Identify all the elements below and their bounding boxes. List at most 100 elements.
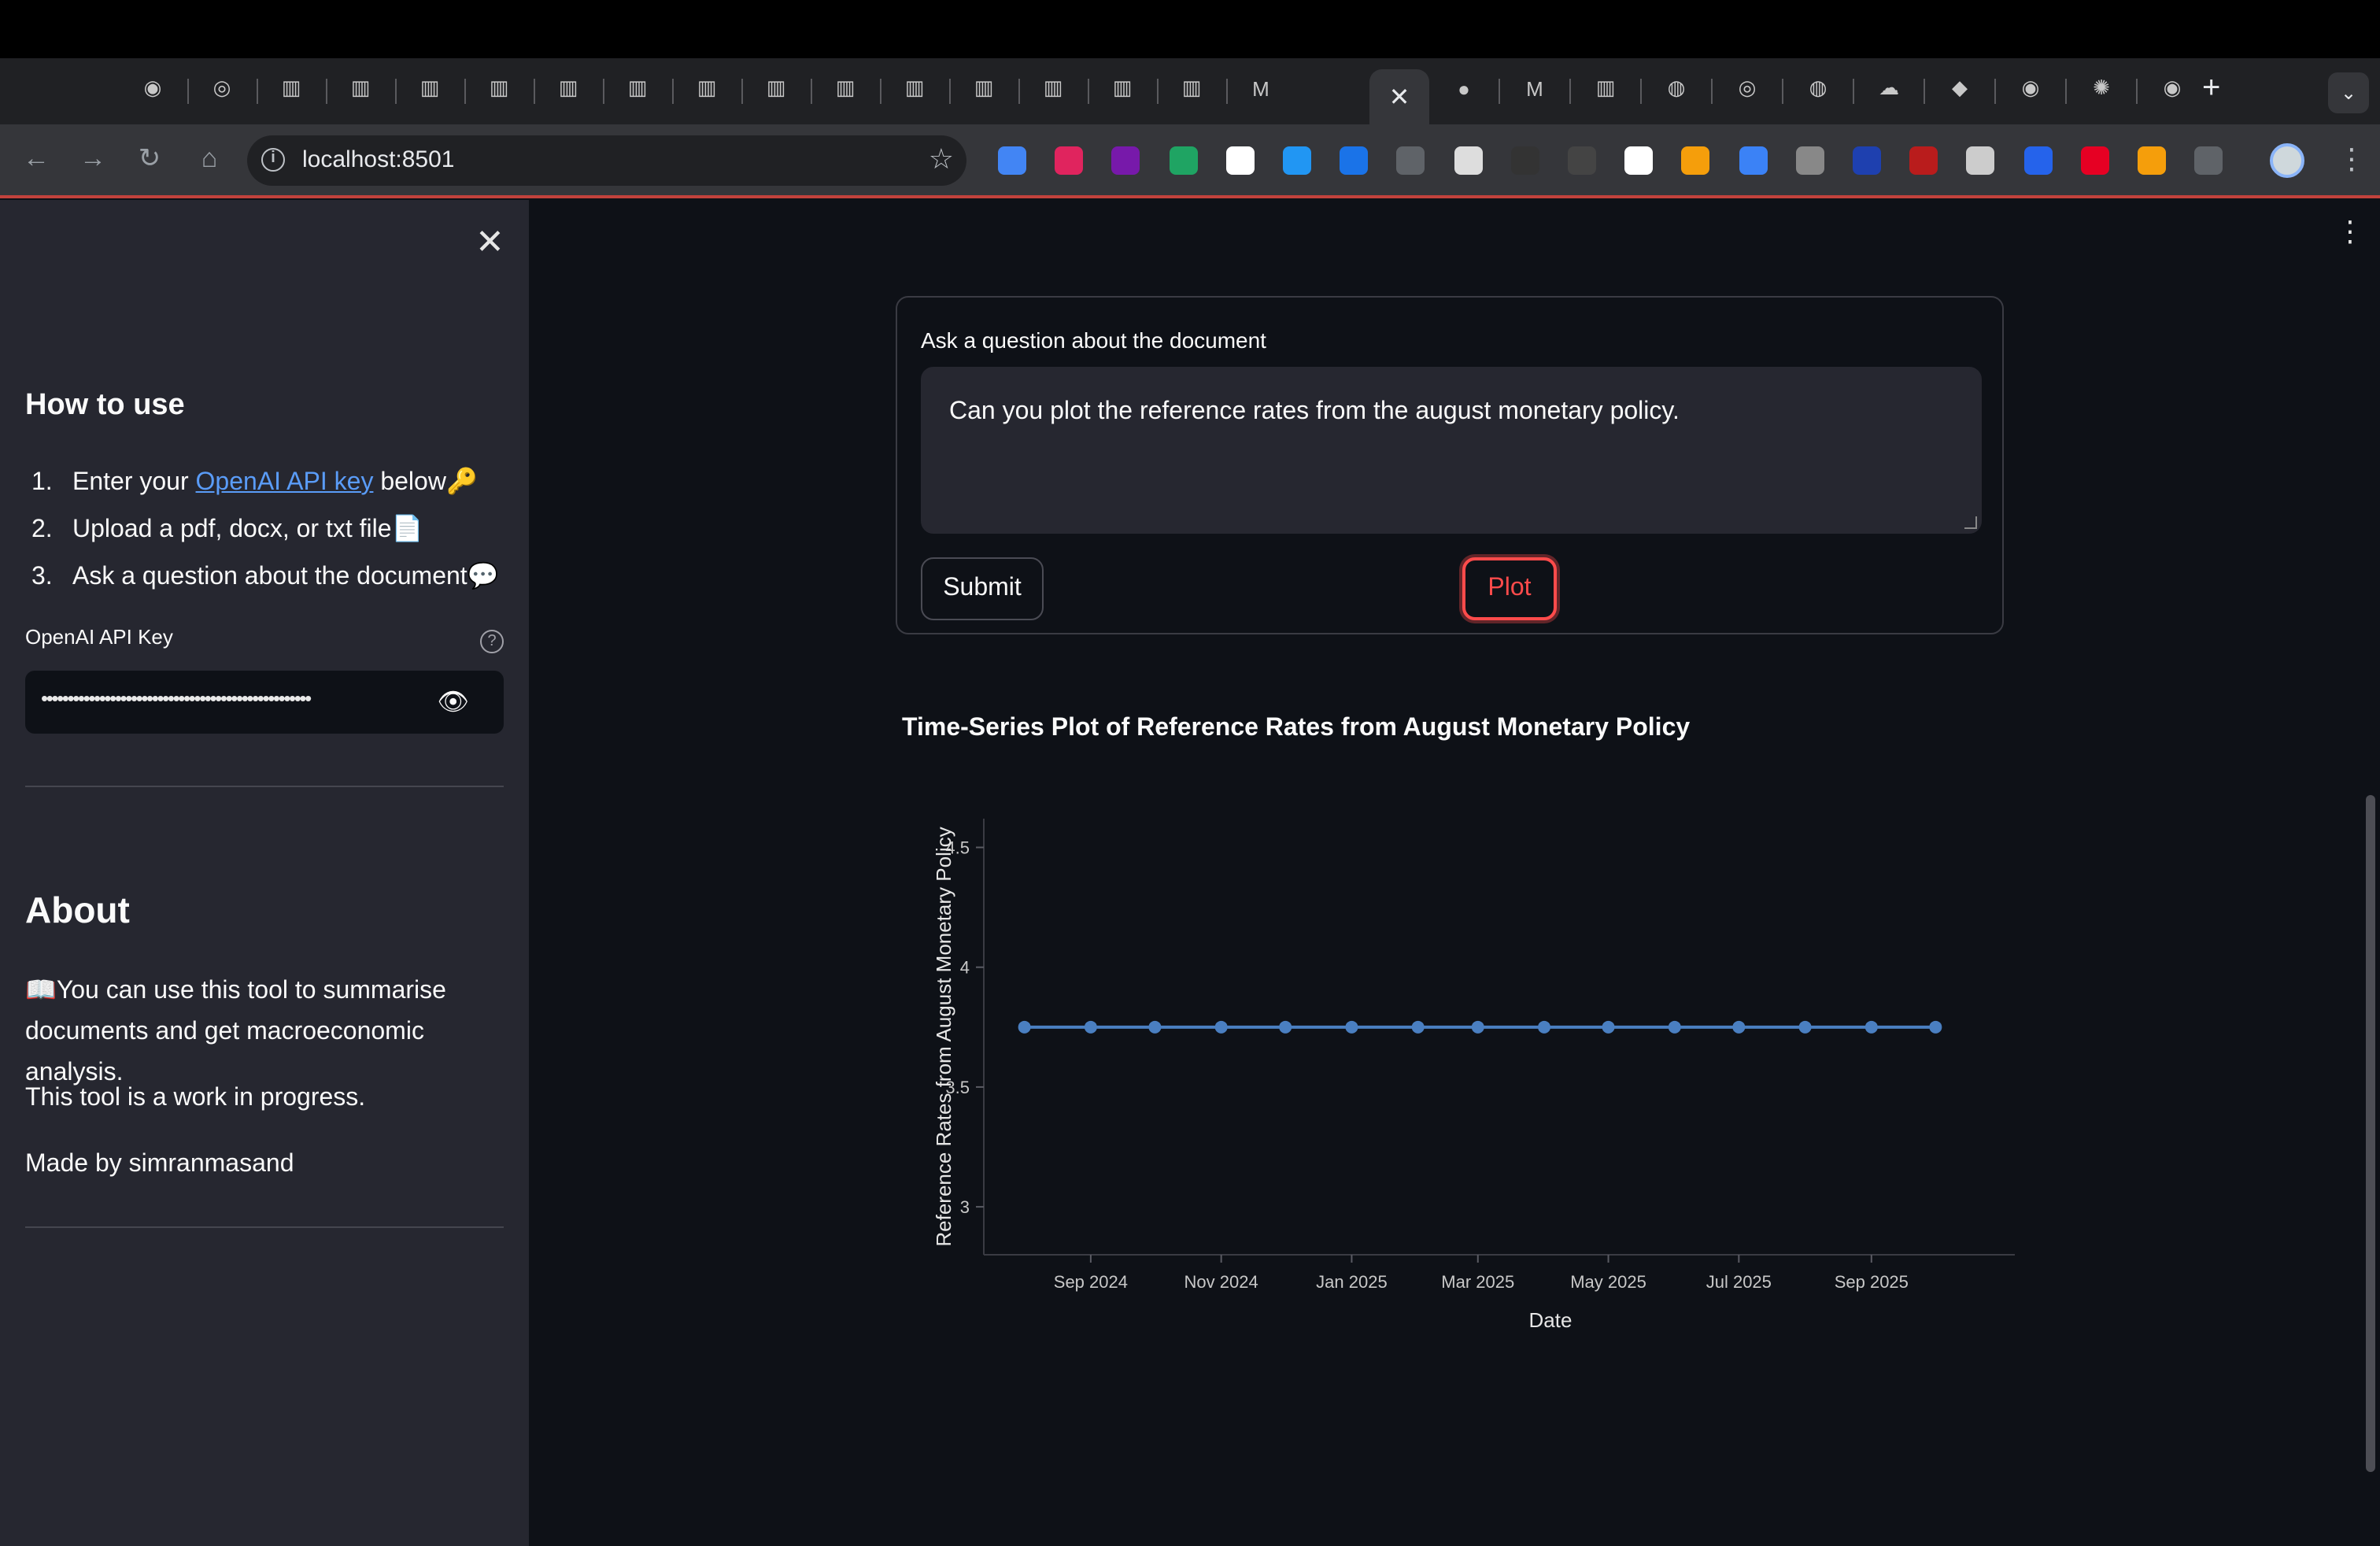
browser-toolbar: ← → ↻ ⌂ i localhost:8501 ☆ ⋮ — [0, 124, 2380, 198]
profile-avatar[interactable] — [2270, 143, 2304, 178]
instapaper-icon[interactable] — [1225, 146, 1255, 175]
close-sidebar-icon[interactable]: ✕ — [475, 222, 504, 263]
browser-tab-doc-icon[interactable]: ▥ — [482, 71, 516, 105]
step-text: Ask a question about the document💬 — [72, 564, 499, 590]
tab-separator — [672, 79, 674, 104]
browser-tab-globe-icon[interactable]: ◎ — [205, 71, 239, 105]
drive-icon[interactable] — [1169, 146, 1198, 175]
plot-button[interactable]: Plot — [1462, 557, 1557, 620]
x-tick-label: Jan 2025 — [1316, 1272, 1388, 1292]
data-point — [1602, 1020, 1615, 1034]
reader-icon[interactable] — [1396, 146, 1425, 175]
pocket-icon[interactable] — [1055, 146, 1084, 175]
api-key-value[interactable]: ••••••••••••••••••••••••••••••••••••••••… — [41, 686, 434, 710]
tab-separator — [1499, 79, 1500, 104]
step-number: 2. — [31, 516, 53, 543]
browser-tab-mask-icon[interactable]: ◉ — [2013, 71, 2048, 105]
how-to-use-heading: How to use — [25, 389, 185, 422]
bookmark-star-icon[interactable]: ☆ — [929, 143, 954, 176]
browser-tab-cloud-icon[interactable]: ☁ — [1872, 71, 1906, 105]
browser-tab-openai-icon[interactable]: ✺ — [2084, 71, 2119, 105]
browser-menu-icon[interactable]: ⋮ — [2338, 143, 2366, 175]
url-text[interactable]: localhost:8501 — [302, 146, 455, 173]
browser-tab-mask-icon[interactable]: ◉ — [2155, 71, 2190, 105]
bot-icon[interactable] — [1853, 146, 1881, 175]
question-label: Ask a question about the document — [921, 327, 1266, 353]
browser-tab-medium-icon[interactable]: M — [1244, 71, 1278, 105]
infinity-icon[interactable] — [1681, 146, 1710, 175]
y-tick-label: 4 — [960, 958, 970, 978]
medium-icon[interactable] — [1624, 146, 1654, 175]
translate-icon[interactable] — [998, 146, 1026, 175]
show-password-eye-icon[interactable]: 👁 — [437, 686, 469, 718]
main-scrollbar[interactable] — [2366, 795, 2375, 1472]
browser-tab-doc-icon[interactable]: ▥ — [1105, 71, 1140, 105]
clip-icon[interactable] — [1510, 146, 1539, 175]
browser-tab-doc-icon[interactable]: ▥ — [1174, 71, 1209, 105]
api-key-input[interactable]: ••••••••••••••••••••••••••••••••••••••••… — [25, 671, 504, 734]
x-tick-label: Jul 2025 — [1706, 1272, 1772, 1292]
tab-separator — [464, 79, 466, 104]
browser-tab-doc-icon[interactable]: ▥ — [412, 71, 447, 105]
back-arrow-icon[interactable]: ← — [19, 142, 54, 176]
pen-icon[interactable] — [1795, 146, 1824, 175]
step-number: 1. — [31, 469, 53, 496]
new-tab-button[interactable]: + — [2202, 71, 2220, 105]
question-text[interactable]: Can you plot the reference rates from th… — [949, 398, 1680, 427]
swirl-icon[interactable] — [1739, 146, 1768, 175]
data-point — [1864, 1020, 1878, 1034]
step-text-pre: Enter your — [72, 469, 196, 496]
work-in-progress-text: This tool is a work in progress. — [25, 1085, 366, 1111]
browser-tab-doc-icon[interactable]: ▥ — [620, 71, 655, 105]
browser-tab-doc-icon[interactable]: ▥ — [759, 71, 793, 105]
tool-icon[interactable] — [2138, 146, 2166, 175]
browser-tab-doc-icon[interactable]: ▥ — [897, 71, 932, 105]
browser-tab-globe-icon[interactable]: ◎ — [1730, 71, 1765, 105]
address-bar[interactable]: i localhost:8501 ☆ — [247, 135, 966, 186]
tab-separator — [395, 79, 397, 104]
tab-strip: ✕ + ⌄ ◉ ◎ ▥ ▥ ▥ ▥ ▥ ▥ ▥ ▥ ▥ ▥ ▥ ▥ ▥ ▥ M ● M ▥ ◍ ◎ ◍ ☁ ◆ ◉ ✺ ◉ — [0, 58, 2380, 124]
browser-tab-doc-icon[interactable]: ▥ — [1036, 71, 1070, 105]
home-icon[interactable]: ⌂ — [192, 142, 227, 176]
browser-tab-doc-icon[interactable]: ▥ — [828, 71, 863, 105]
browser-tab-doc-icon[interactable]: ▥ — [343, 71, 378, 105]
forward-arrow-icon[interactable]: → — [76, 142, 110, 176]
pinterest-icon[interactable] — [2080, 146, 2109, 175]
resize-handle[interactable] — [1964, 516, 1977, 529]
flag-icon[interactable] — [1909, 146, 1938, 175]
browser-tab-doc-icon[interactable]: ▥ — [551, 71, 586, 105]
cloud-icon[interactable] — [1283, 146, 1311, 175]
browser-tab-doc-icon[interactable]: ▥ — [274, 71, 309, 105]
divider — [25, 786, 504, 787]
browser-tab-doc-icon[interactable]: ▥ — [689, 71, 724, 105]
data-point — [1929, 1020, 1942, 1034]
tab-separator — [1994, 79, 1996, 104]
openai-api-key-link[interactable]: OpenAI API key — [196, 469, 374, 496]
photo-icon[interactable] — [1568, 146, 1596, 175]
app-menu-icon[interactable]: ⋮ — [2336, 217, 2364, 246]
browser-tab-github-icon[interactable]: ● — [1447, 71, 1481, 105]
tab-search-button[interactable]: ⌄ — [2328, 72, 2369, 113]
close-tab-icon[interactable]: ✕ — [1389, 81, 1410, 113]
step-text-post: below🔑 — [373, 469, 478, 496]
help-icon[interactable]: ? — [480, 630, 504, 653]
reload-icon[interactable]: ↻ — [132, 142, 167, 176]
page-icon[interactable] — [1966, 146, 1995, 175]
browser-tab-doc-icon[interactable]: ▥ — [966, 71, 1001, 105]
browser-tab-medium-icon[interactable]: M — [1517, 71, 1552, 105]
notion-icon[interactable] — [1454, 146, 1483, 175]
browser-tab-stack-icon[interactable]: ◍ — [1659, 71, 1694, 105]
browser-tab-doc-icon[interactable]: ▥ — [1588, 71, 1623, 105]
browser-tab-mask-icon[interactable]: ◉ — [135, 71, 170, 105]
k-icon[interactable] — [1340, 146, 1369, 175]
question-textarea[interactable]: Can you plot the reference rates from th… — [921, 367, 1982, 534]
onenote-icon[interactable] — [1111, 146, 1140, 175]
browser-tab-stack-icon[interactable]: ◍ — [1801, 71, 1835, 105]
time-series-chart[interactable]: 33.544.5Sep 2024 Nov 2024 Jan 2025 Mar 2025… — [881, 795, 2015, 1346]
browser-tab-orange-icon[interactable]: ◆ — [1942, 71, 1977, 105]
active-tab[interactable]: ✕ — [1369, 69, 1429, 124]
site-info-icon[interactable]: i — [261, 148, 285, 172]
submit-button[interactable]: Submit — [921, 557, 1044, 620]
puzzle-icon[interactable] — [2194, 146, 2223, 175]
zoom-icon[interactable] — [2023, 146, 2053, 175]
